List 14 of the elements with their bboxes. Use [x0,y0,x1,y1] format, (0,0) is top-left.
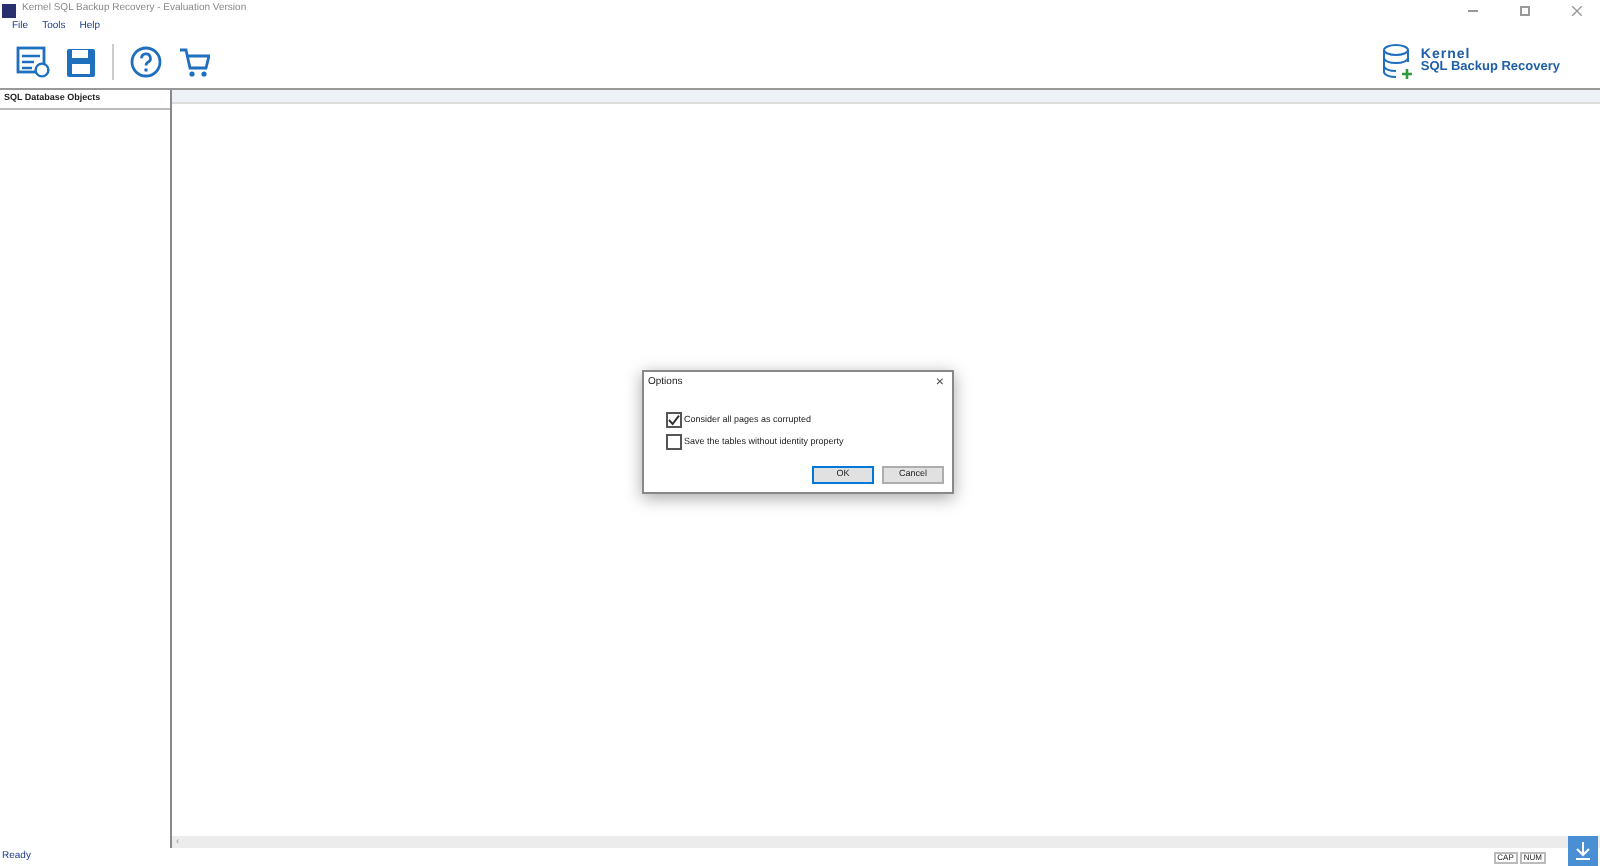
minimize-icon[interactable] [1468,9,1478,11]
open-file-icon[interactable] [16,46,50,78]
database-icon [1382,42,1415,82]
checkbox[interactable] [666,412,682,428]
cart-icon[interactable] [178,46,210,78]
download-arrow-icon [1574,842,1592,860]
scroll-down-button[interactable] [1568,836,1598,866]
checkbox[interactable] [666,434,682,450]
close-icon[interactable] [1572,5,1582,15]
restore-icon[interactable] [1520,5,1530,15]
help-icon[interactable] [130,46,162,78]
checkmark-icon [668,414,680,426]
app-logo-icon [2,3,16,17]
save-icon[interactable] [66,47,96,77]
